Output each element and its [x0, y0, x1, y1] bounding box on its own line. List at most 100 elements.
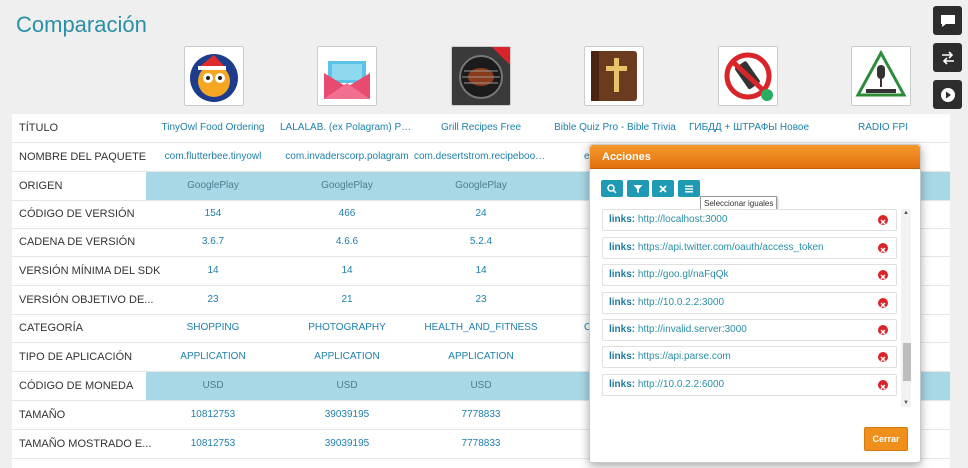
item-key: links:: [609, 214, 636, 225]
delete-icon[interactable]: [878, 380, 888, 390]
scroll-up-icon[interactable]: ▲: [903, 210, 909, 216]
row-label: CATEGORÍA: [19, 322, 83, 334]
play-button[interactable]: [933, 80, 962, 109]
item-value: https://api.parse.com: [637, 351, 731, 362]
modal-header: Acciones: [590, 145, 920, 169]
table-cell: 23: [207, 294, 219, 305]
clear-button[interactable]: [652, 180, 674, 197]
scroll-thumb[interactable]: [903, 343, 911, 381]
delete-icon[interactable]: [878, 352, 888, 362]
table-cell: 5.2.4: [469, 236, 493, 247]
row-label: CÓDIGO DE VERSIÓN: [19, 208, 135, 220]
item-key: links:: [609, 379, 636, 390]
table-cell: APPLICATION: [314, 351, 380, 362]
table-cell: RADIO FPI: [857, 122, 908, 133]
radio-app-icon[interactable]: [851, 46, 911, 106]
list-item[interactable]: links: https://api.parse.com: [602, 346, 897, 368]
list-icon: [685, 185, 693, 192]
app-icons-row: [0, 46, 968, 110]
table-cell: 154: [204, 208, 222, 219]
delete-icon[interactable]: [878, 243, 888, 253]
close-button[interactable]: Cerrar: [864, 427, 908, 451]
item-key: links:: [609, 324, 636, 335]
table-cell: 14: [341, 265, 353, 276]
table-cell: 10812753: [190, 409, 236, 420]
table-cell: 24: [475, 208, 487, 219]
delete-icon[interactable]: [878, 270, 888, 280]
table-cell: 39039195: [324, 409, 370, 420]
table-cell: Grill Recipes Free: [440, 122, 522, 133]
item-key: links:: [609, 242, 636, 253]
no-phone-app-icon[interactable]: [718, 46, 778, 106]
list-item[interactable]: links: http://invalid.server:3000: [602, 319, 897, 341]
item-key: links:: [609, 351, 636, 362]
row-label: TAMAÑO: [19, 409, 66, 421]
modal-title: Acciones: [602, 151, 651, 163]
table-cell: 14: [475, 265, 487, 276]
filter-button[interactable]: [627, 180, 649, 197]
list-item[interactable]: links: http://goo.gl/naFqQk: [602, 264, 897, 286]
table-cell: APPLICATION: [180, 351, 246, 362]
table-cell: HEALTH_AND_FITNESS: [424, 322, 538, 333]
links-list[interactable]: links: http://10.0.2.2:6000 links: https:…: [600, 209, 912, 409]
table-cell: USD: [470, 380, 492, 391]
list-item[interactable]: links: http://10.0.2.2:6000: [602, 374, 897, 396]
table-cell: GooglePlay: [321, 180, 373, 191]
row-label: NOMBRE DEL PAQUETE: [19, 151, 147, 163]
item-value: http://localhost:3000: [637, 214, 728, 225]
table-cell: com.flutterbee.tinyowl: [164, 151, 262, 162]
envelope-app-icon[interactable]: [317, 46, 377, 106]
table-row: TÍTULO TinyOwl Food Ordering LALALAB. (ex …: [12, 114, 950, 143]
table-cell: 21: [341, 294, 353, 305]
table-cell: ГИБДД + ШТРАФЫ Новое: [688, 122, 810, 133]
select-equal-button[interactable]: [678, 180, 700, 197]
grill-app-icon[interactable]: [451, 46, 511, 106]
scrollbar[interactable]: ▲ ▼: [901, 209, 911, 407]
list-item[interactable]: links: http://10.0.2.2:3000: [602, 292, 897, 314]
bible-app-icon[interactable]: [584, 46, 644, 106]
table-cell: 23: [475, 294, 487, 305]
delete-icon[interactable]: [878, 325, 888, 335]
table-cell: com.desertstrom.recipebook...: [414, 151, 548, 162]
item-value: https://api.twitter.com/oauth/access_tok…: [637, 242, 824, 253]
row-label: TIPO DE APLICACIÓN: [19, 351, 133, 363]
list-item[interactable]: links: http://localhost:3000: [602, 209, 897, 231]
table-cell: 3.6.7: [201, 236, 225, 247]
row-label: VERSIÓN MÍNIMA DEL SDK: [19, 265, 161, 277]
item-value: http://invalid.server:3000: [637, 324, 747, 335]
row-label: TÍTULO: [19, 122, 59, 134]
table-cell: 7778833: [461, 438, 501, 449]
table-cell: 4.6.6: [335, 236, 359, 247]
item-key: links:: [609, 269, 636, 280]
owl-app-icon[interactable]: [184, 46, 244, 106]
chat-button[interactable]: [933, 6, 962, 35]
filter-icon: [633, 184, 643, 193]
row-label: TAMAÑO MOSTRADO E...: [19, 438, 152, 450]
table-cell: 466: [338, 208, 356, 219]
item-value: http://10.0.2.2:6000: [637, 379, 725, 390]
table-cell: USD: [336, 380, 358, 391]
table-cell: TinyOwl Food Ordering: [161, 122, 265, 133]
item-key: links:: [609, 297, 636, 308]
clear-icon: [659, 184, 667, 193]
table-cell: 10812753: [190, 438, 236, 449]
row-label: CADENA DE VERSIÓN: [19, 236, 136, 248]
item-value: http://goo.gl/naFqQk: [637, 269, 729, 280]
table-cell: 14: [207, 265, 219, 276]
chat-icon: [940, 14, 955, 27]
table-cell: Bible Quiz Pro - Bible Trivia: [554, 122, 676, 133]
page-title: Comparación: [16, 12, 147, 37]
delete-icon[interactable]: [878, 298, 888, 308]
delete-icon[interactable]: [878, 215, 888, 225]
table-cell: APPLICATION: [448, 351, 514, 362]
swap-button[interactable]: [933, 43, 962, 72]
search-button[interactable]: [601, 180, 623, 197]
row-label: VERSIÓN OBJETIVO DE...: [19, 294, 154, 306]
list-item[interactable]: links: https://api.twitter.com/oauth/acc…: [602, 237, 897, 259]
row-label: CÓDIGO DE MONEDA: [19, 380, 134, 392]
table-cell: USD: [202, 380, 224, 391]
scroll-down-icon[interactable]: ▼: [903, 400, 909, 406]
actions-modal: Acciones Seleccionar iguales links: http…: [589, 144, 921, 463]
table-cell: 39039195: [324, 438, 370, 449]
row-label: ORIGEN: [19, 180, 63, 192]
